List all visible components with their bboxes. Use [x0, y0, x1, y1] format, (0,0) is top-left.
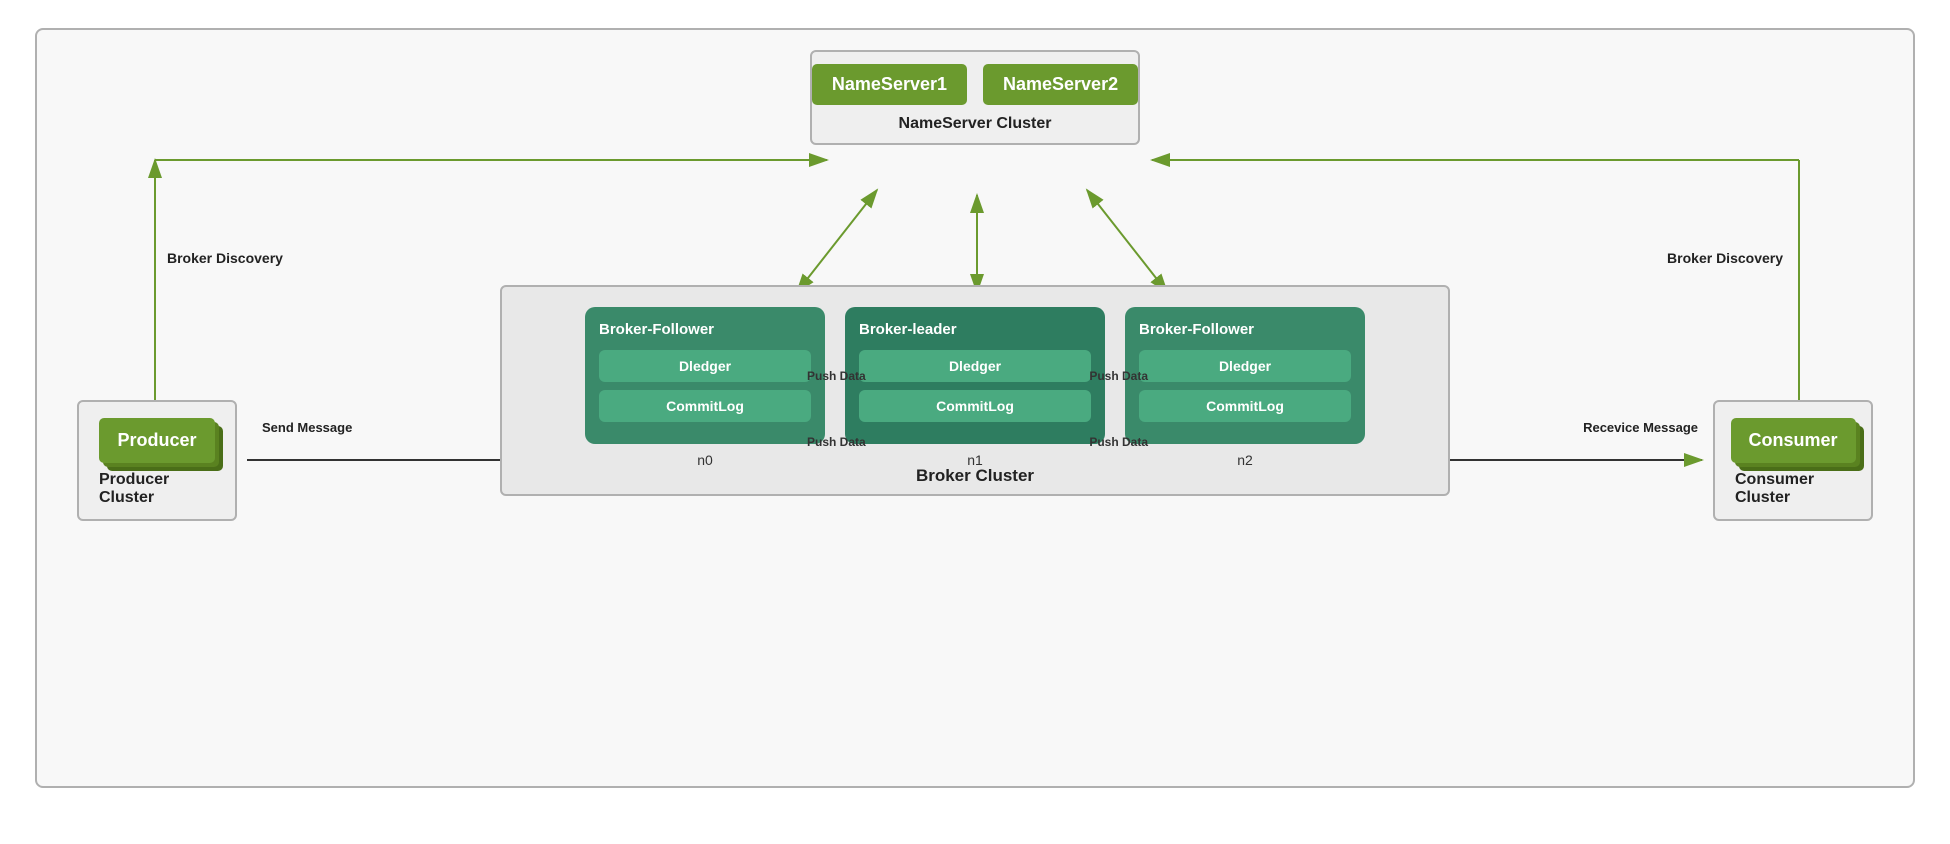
- broker-node-n1: Broker-leader Dledger CommitLog n1: [845, 307, 1105, 444]
- producer-box: Producer: [99, 418, 214, 463]
- broker-n0-title: Broker-Follower: [599, 321, 811, 338]
- broker-discovery-right-label: Broker Discovery: [1667, 250, 1783, 266]
- nameserver-cluster: NameServer1 NameServer2 NameServer Clust…: [810, 50, 1140, 145]
- broker-n1-dledger: Dledger: [859, 350, 1091, 382]
- broker-n2-title: Broker-Follower: [1139, 321, 1351, 338]
- nameserver-cluster-label: NameServer Cluster: [899, 115, 1052, 133]
- broker-cluster-label: Broker Cluster: [916, 466, 1034, 486]
- receive-message-label: Recevice Message: [1583, 420, 1698, 435]
- push-data-n1-n2-dledger: Push Data: [1089, 369, 1148, 383]
- diagram-container: NameServer1 NameServer2 NameServer Clust…: [35, 28, 1915, 788]
- producer-cluster-label: Producer Cluster: [99, 471, 215, 507]
- nameserver2-box: NameServer2: [983, 64, 1138, 105]
- broker-n0-id: n0: [697, 452, 713, 468]
- broker-n2-dledger: Dledger: [1139, 350, 1351, 382]
- broker-n1-title: Broker-leader: [859, 321, 1091, 338]
- producer-cluster: Producer Producer Cluster: [77, 400, 237, 521]
- broker-node-n0: Broker-Follower Dledger CommitLog n0: [585, 307, 825, 444]
- broker-n0-commitlog: CommitLog: [599, 390, 811, 422]
- consumer-box: Consumer: [1731, 418, 1856, 463]
- nameserver1-box: NameServer1: [812, 64, 967, 105]
- send-message-label: Send Message: [262, 420, 352, 435]
- push-data-n1-n0-commitlog: Push Data: [807, 435, 866, 449]
- broker-n2-commitlog: CommitLog: [1139, 390, 1351, 422]
- consumer-cluster: Consumer Consumer Cluster: [1713, 400, 1873, 521]
- broker-n1-commitlog: CommitLog: [859, 390, 1091, 422]
- consumer-cluster-label: Consumer Cluster: [1735, 471, 1851, 507]
- broker-discovery-left-label: Broker Discovery: [167, 250, 283, 266]
- push-data-n1-n0-dledger: Push Data: [807, 369, 866, 383]
- broker-cluster: Broker-Follower Dledger CommitLog n0 Bro…: [500, 285, 1450, 496]
- push-data-n1-n2-commitlog: Push Data: [1089, 435, 1148, 449]
- broker-node-n2: Broker-Follower Dledger CommitLog n2: [1125, 307, 1365, 444]
- broker-n2-id: n2: [1237, 452, 1253, 468]
- broker-n0-dledger: Dledger: [599, 350, 811, 382]
